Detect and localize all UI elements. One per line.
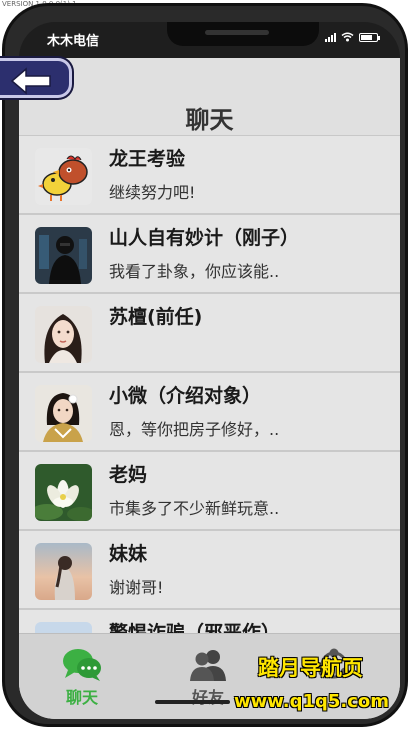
chat-last-message: 我看了卦象，你应该能.. (109, 262, 280, 281)
notch (167, 22, 319, 46)
phone-screen: 木木电信 聊天 龙王考验 继续努力吧! 山人自有妙计（刚子） 我看了卦象，你应该… (19, 22, 400, 719)
chicken-cartoon-avatar (35, 148, 92, 205)
chat-item-dragon-king[interactable]: 龙王考验 继续努力吧! (19, 136, 400, 215)
phone-frame: 木木电信 聊天 龙王考验 继续努力吧! 山人自有妙计（刚子） 我看了卦象，你应该… (2, 3, 408, 727)
page-title: 聊天 (185, 106, 234, 134)
carrier-name: 木木电信 (47, 34, 100, 49)
sky-avatar (35, 622, 92, 633)
woman-traditional-avatar (35, 385, 92, 442)
chat-item-sister[interactable]: 妹妹 谢谢哥! (19, 531, 400, 610)
chat-name: 山人自有妙计（刚子） (109, 227, 300, 249)
chat-app: 聊天 龙王考验 继续努力吧! 山人自有妙计（刚子） 我看了卦象，你应该能.. 苏… (19, 58, 400, 719)
chat-item-xiaowei[interactable]: 小微（介绍对象） 恩，等你把房子修好，.. (19, 373, 400, 452)
dark-figure-avatar (35, 227, 92, 284)
chat-name: 苏檀(前任) (109, 306, 203, 328)
chat-bubbles-icon (63, 649, 101, 681)
friends-icon (190, 650, 226, 681)
chat-last-message: 谢谢哥! (109, 578, 164, 597)
status-bar: 木木电信 (19, 22, 400, 58)
watermark-title: 踏月导航页 (258, 656, 363, 680)
chat-item-sutan[interactable]: 苏檀(前任) (19, 294, 400, 373)
chat-name: 小微（介绍对象） (109, 385, 262, 407)
tab-label: 聊天 (65, 688, 98, 707)
chat-name: 龙王考验 (109, 148, 186, 170)
chat-name: 警惕诈骗（邪恶作） (109, 622, 281, 633)
back-button[interactable] (0, 58, 72, 98)
status-icons (325, 32, 380, 42)
chat-last-message: 恩，等你把房子修好，.. (109, 420, 280, 439)
battery-icon (359, 32, 380, 42)
chat-header: 聊天 (19, 58, 400, 136)
woman-portrait-avatar (35, 306, 92, 363)
tab-chat[interactable]: 聊天 (47, 648, 117, 708)
home-indicator (155, 700, 230, 704)
arrow-left-icon (10, 67, 51, 95)
girl-sunset-avatar (35, 543, 92, 600)
chat-last-message: 市集多了不少新鲜玩意.. (109, 499, 280, 518)
signal-icon (325, 32, 336, 42)
lotus-flower-avatar (35, 464, 92, 521)
chat-last-message: 继续努力吧! (109, 183, 196, 202)
chat-name: 妹妹 (109, 543, 148, 565)
watermark-url: www.q1q5.com (234, 691, 390, 712)
chat-item-mom[interactable]: 老妈 市集多了不少新鲜玩意.. (19, 452, 400, 531)
chat-name: 老妈 (109, 464, 148, 486)
wifi-icon (341, 32, 354, 42)
chat-item-gangzi[interactable]: 山人自有妙计（刚子） 我看了卦象，你应该能.. (19, 215, 400, 294)
chat-item-fraud-warning[interactable]: 警惕诈骗（邪恶作） (19, 610, 400, 633)
tab-label: 好友 (191, 688, 224, 707)
tab-friends[interactable]: 好友 (173, 648, 243, 708)
chat-list[interactable]: 龙王考验 继续努力吧! 山人自有妙计（刚子） 我看了卦象，你应该能.. 苏檀(前… (19, 136, 400, 633)
